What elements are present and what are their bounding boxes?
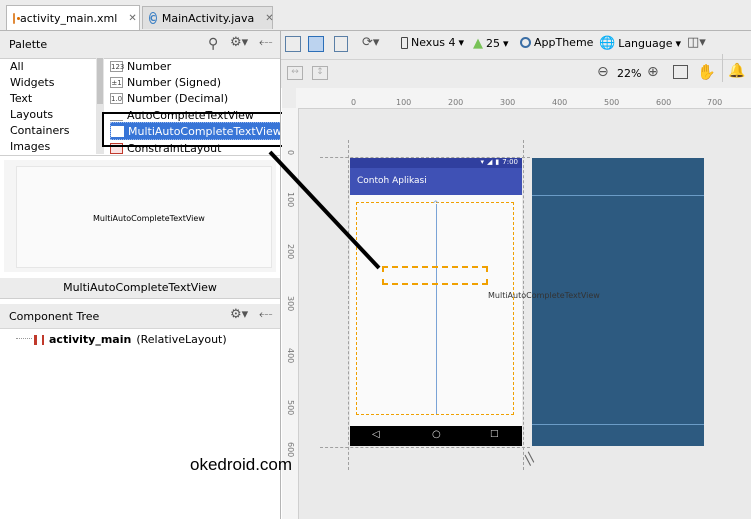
annotation-arrow [268,150,381,270]
annotation-line [268,150,381,270]
watermark-text: okedroid.com [190,455,293,474]
